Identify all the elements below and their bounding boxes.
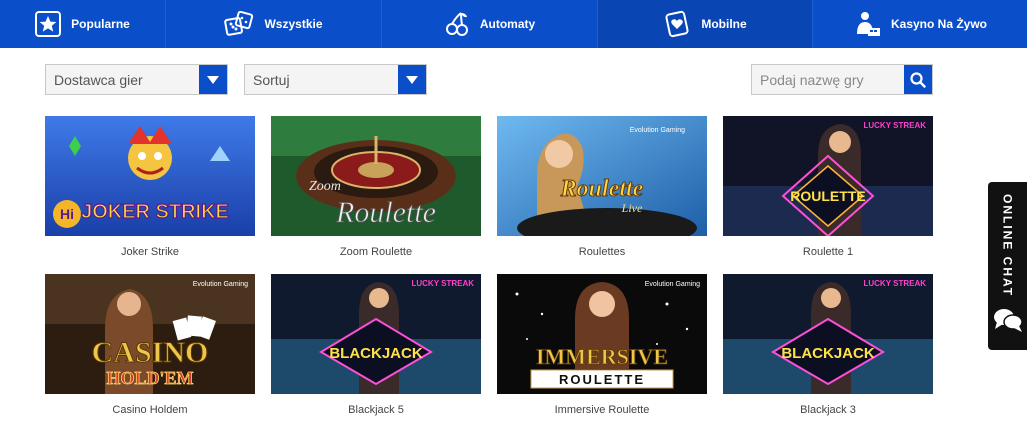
art-brand: Evolution Gaming xyxy=(193,281,248,288)
live-dealer-icon xyxy=(853,10,881,38)
nav-item-wszystkie[interactable]: Wszystkie xyxy=(166,0,382,48)
online-chat-tab[interactable]: ONLINE CHAT xyxy=(988,182,1027,350)
game-thumbnail[interactable]: LUCKY STREAK ROULETTE xyxy=(723,116,933,236)
chevron-down-icon[interactable] xyxy=(398,65,426,94)
art-brand: LUCKY STREAK xyxy=(863,121,926,130)
game-name[interactable]: Joker Strike xyxy=(45,246,255,258)
nav-label: Wszystkie xyxy=(264,17,323,31)
game-name[interactable]: Roulette 1 xyxy=(723,246,933,258)
art-subtitle: Live xyxy=(621,201,643,215)
sort-select-label: Sortuj xyxy=(253,71,290,88)
game-thumbnail[interactable]: Evolution Gaming CASINO HOLD'EM xyxy=(45,274,255,394)
art-brand: Evolution Gaming xyxy=(645,281,700,288)
nav-label: Kasyno Na Żywo xyxy=(890,17,988,31)
game-thumbnail[interactable]: LUCKY STREAK BLACKJACK xyxy=(723,274,933,394)
art-title: BLACKJACK xyxy=(781,345,875,362)
art-brand: Evolution Gaming xyxy=(630,127,685,134)
art-title: IMMERSIVE xyxy=(536,344,668,369)
provider-select[interactable]: Dostawca gier xyxy=(45,64,228,95)
category-nav: Popularne Wszystkie Automaty Mobilne Kas… xyxy=(0,0,1027,48)
nav-item-kasyno-na-zywo[interactable]: Kasyno Na Żywo xyxy=(813,0,1027,48)
star-icon xyxy=(35,11,62,37)
nav-item-popularne[interactable]: Popularne xyxy=(0,0,166,48)
game-tile[interactable]: Hi JOKER STRIKE Joker Strike xyxy=(45,116,255,258)
art-title: ROULETTE xyxy=(790,188,865,204)
game-name[interactable]: Blackjack 5 xyxy=(271,404,481,416)
art-subtitle: HOLD'EM xyxy=(106,368,193,388)
art-brand: LUCKY STREAK xyxy=(411,279,474,288)
game-name[interactable]: Immersive Roulette xyxy=(497,404,707,416)
game-tile[interactable]: Evolution Gaming CASINO HOLD'EM Casino H… xyxy=(45,274,255,416)
game-thumbnail[interactable]: Hi JOKER STRIKE xyxy=(45,116,255,236)
online-chat-label: ONLINE CHAT xyxy=(1000,194,1015,298)
art-title: CASINO xyxy=(92,336,209,369)
game-search xyxy=(751,64,933,95)
nav-item-automaty[interactable]: Automaty xyxy=(382,0,598,48)
nav-label: Popularne xyxy=(71,17,130,31)
art-subtitle: Roulette xyxy=(335,196,436,229)
game-tile[interactable]: Evolution Gaming Roulette Live Roulettes xyxy=(497,116,707,258)
game-tile[interactable]: LUCKY STREAK ROULETTE Roulette 1 xyxy=(723,116,933,258)
cherries-icon xyxy=(444,11,470,37)
art-title: BLACKJACK xyxy=(329,345,423,362)
nav-item-mobilne[interactable]: Mobilne xyxy=(598,0,813,48)
filter-bar: Dostawca gier Sortuj xyxy=(0,64,1027,96)
game-tile[interactable]: Evolution Gaming IMMERSIVE ROULETTE Imme… xyxy=(497,274,707,416)
mobile-heart-icon xyxy=(663,10,691,38)
art-brand: LUCKY STREAK xyxy=(863,279,926,288)
game-thumbnail[interactable]: Evolution Gaming Roulette Live xyxy=(497,116,707,236)
dice-icon xyxy=(224,11,254,37)
art-title: Roulette xyxy=(560,176,644,202)
art-title: Zoom xyxy=(309,179,341,194)
art-badge: Hi xyxy=(60,206,74,222)
art-title: JOKER STRIKE xyxy=(81,201,229,223)
game-thumbnail[interactable]: Evolution Gaming IMMERSIVE ROULETTE xyxy=(497,274,707,394)
game-thumbnail[interactable]: Zoom Roulette xyxy=(271,116,481,236)
search-icon xyxy=(910,71,926,88)
game-tile[interactable]: LUCKY STREAK BLACKJACK Blackjack 3 xyxy=(723,274,933,416)
search-button[interactable] xyxy=(904,65,932,94)
chat-bubbles-icon xyxy=(993,307,1023,338)
sort-select[interactable]: Sortuj xyxy=(244,64,427,95)
game-tile[interactable]: LUCKY STREAK BLACKJACK Blackjack 5 xyxy=(271,274,481,416)
art-subtitle: ROULETTE xyxy=(559,372,645,387)
chevron-down-icon[interactable] xyxy=(199,65,227,94)
game-name[interactable]: Roulettes xyxy=(497,246,707,258)
provider-select-label: Dostawca gier xyxy=(54,71,143,88)
game-name[interactable]: Casino Holdem xyxy=(45,404,255,416)
game-thumbnail[interactable]: LUCKY STREAK BLACKJACK xyxy=(271,274,481,394)
nav-label: Automaty xyxy=(479,17,536,31)
search-input[interactable] xyxy=(752,65,904,94)
nav-label: Mobilne xyxy=(701,17,747,31)
game-name[interactable]: Zoom Roulette xyxy=(271,246,481,258)
game-tile[interactable]: Zoom Roulette Zoom Roulette xyxy=(271,116,481,258)
game-name[interactable]: Blackjack 3 xyxy=(723,404,933,416)
